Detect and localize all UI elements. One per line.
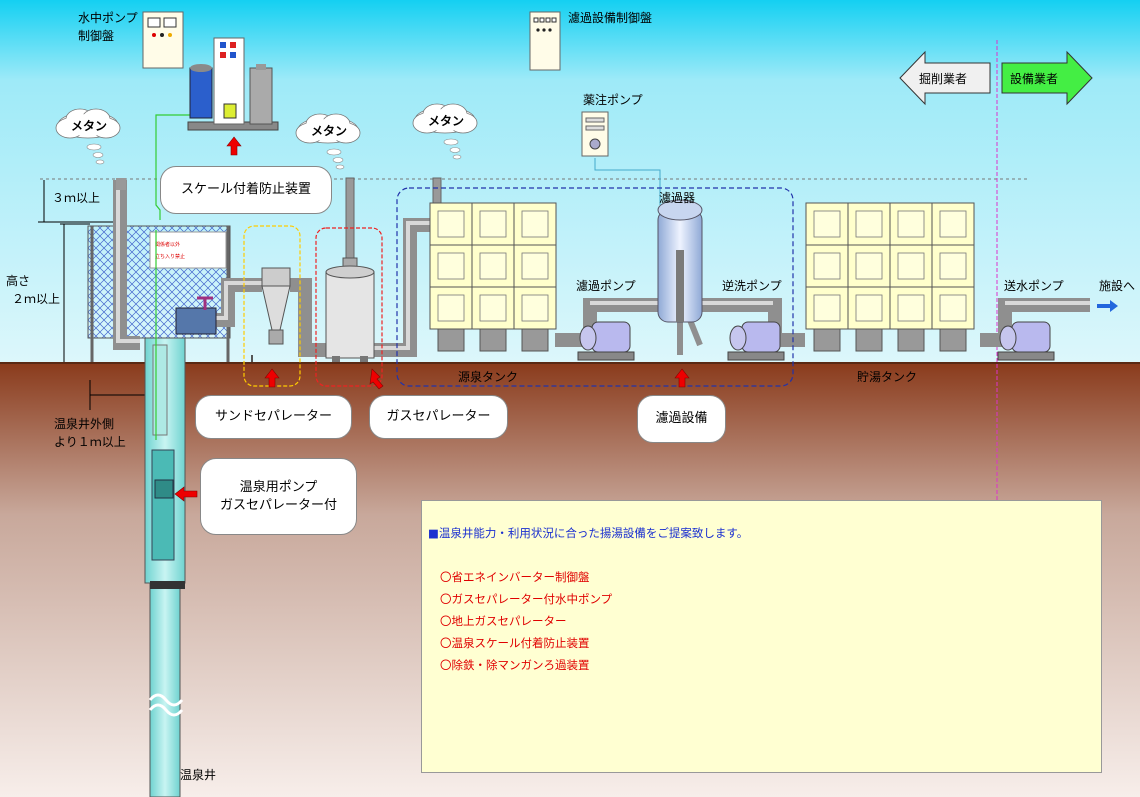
note-item: 〇温泉スケール付着防止装置 [440, 636, 590, 650]
methane-label: メタン [71, 119, 107, 133]
sand-separator-bubble: サンドセパレーター [195, 395, 352, 439]
source-tank [429, 202, 557, 352]
methane-label: メタン [428, 114, 464, 128]
pump [727, 321, 785, 361]
note-item: 〇省エネインバーター制御盤 [440, 570, 590, 584]
chemical-pump-label: 薬注ポンプ [583, 92, 643, 107]
pump [577, 321, 635, 361]
note-headline: ■温泉井能力・利用状況に合った揚湯設備をご提案致します。 [428, 526, 749, 540]
methane-label: メタン [311, 124, 347, 138]
backwash-pump-label: 逆洗ポンプ [722, 278, 782, 293]
hot-spring-pump-bubble: 温泉用ポンプ ガスセパレーター付 [200, 458, 357, 535]
submersible-panel-label-1: 水中ポンプ [78, 10, 138, 25]
storage-tank [805, 202, 975, 352]
note-item: 〇ガスセパレーター付水中ポンプ [440, 592, 613, 606]
source-tank-label: 源泉タンク [458, 370, 518, 384]
note-item: 〇除鉄・除マンガンろ過装置 [440, 658, 590, 672]
chemical-injection-pump [581, 111, 609, 157]
submersible-pump-control-panel [142, 11, 184, 69]
to-facility-label: 施設へ [1099, 278, 1135, 293]
gas-separator [325, 265, 375, 362]
well-outside-label-1: 温泉井外側 [54, 417, 114, 431]
well-label: 温泉井 [180, 768, 216, 782]
scale-device-bubble: スケール付着防止装置 [160, 166, 332, 214]
diagram-stage: 関係者以外 立ち入り禁止 メタン メタン メタン 水中ポンプ 制御盤 濾過設備制… [0, 0, 1140, 797]
filter-panel-label: 濾過設備制御盤 [568, 10, 652, 25]
sign-text-2: 立ち入り禁止 [155, 253, 185, 260]
submersible-panel-label-2: 制御盤 [78, 28, 114, 43]
height-label-1: 高さ [6, 273, 30, 288]
filter-control-panel [529, 11, 561, 71]
sign-text-1: 関係者以外 [155, 241, 180, 248]
storage-tank-label: 貯湯タンク [857, 370, 917, 384]
driller-label: 掘削業者 [919, 71, 967, 86]
filter-label: 濾過器 [659, 190, 695, 205]
restricted-sign [149, 231, 227, 269]
hot-spring-pump-line1: 温泉用ポンプ [239, 479, 318, 495]
well-outside-label-2: より１ｍ以上 [54, 435, 126, 449]
equipment-label: 設備業者 [1010, 71, 1058, 86]
supply-pump-label: 送水ポンプ [1004, 278, 1064, 293]
height-3m-label: ３ｍ以上 [52, 191, 100, 205]
gas-separator-bubble: ガスセパレーター [369, 395, 508, 439]
hot-spring-well [144, 337, 186, 797]
filter-pump-label: 濾過ポンプ [576, 278, 636, 293]
proposal-note: ■温泉井能力・利用状況に合った揚湯設備をご提案致します。 〇省エネインバーター制… [421, 500, 1102, 773]
height-label-2: ２ｍ以上 [12, 292, 60, 306]
filter-equipment-bubble: 濾過設備 [637, 395, 726, 443]
filter-vessel [657, 199, 703, 323]
note-item: 〇地上ガスセパレーター [440, 614, 567, 628]
hot-spring-pump-line2: ガスセパレーター付 [219, 497, 337, 513]
pump [997, 321, 1055, 361]
